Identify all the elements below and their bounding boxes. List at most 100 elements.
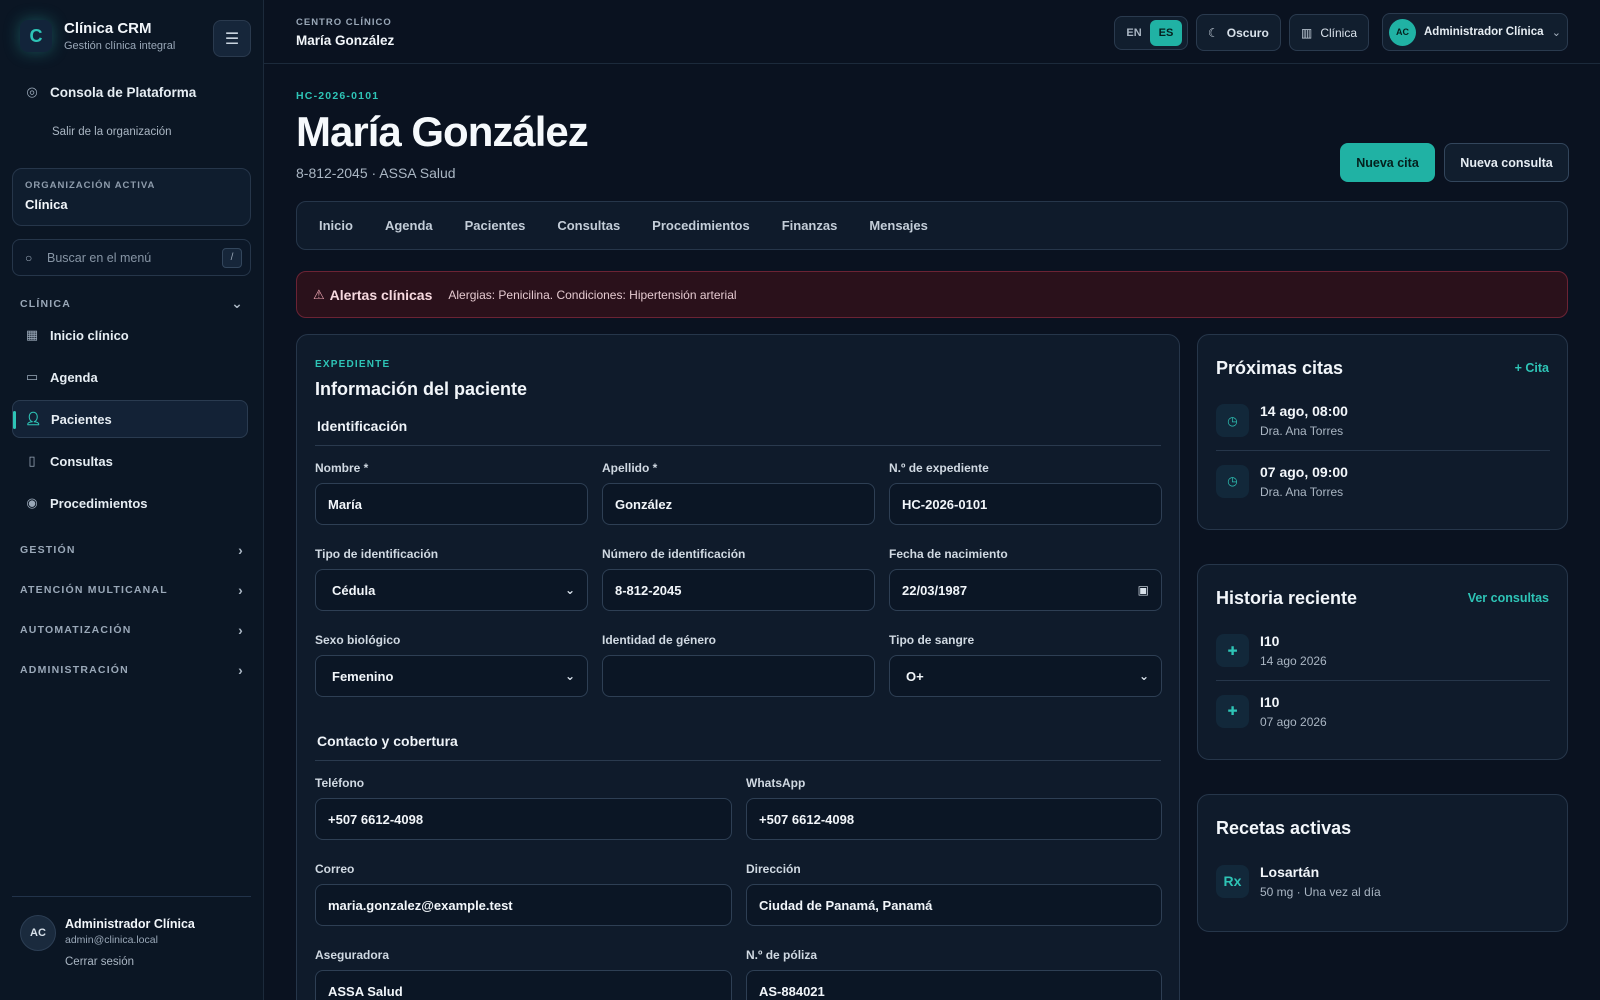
sex-select[interactable]: Femenino ⌄ (315, 655, 588, 697)
org-label: ORGANIZACIÓN ACTIVA (25, 180, 156, 191)
list-item[interactable]: ✚ I10 14 ago 2026 (1216, 621, 1550, 681)
last-name-input[interactable]: González (602, 483, 875, 525)
active-org-card[interactable]: ORGANIZACIÓN ACTIVA Clínica (12, 168, 251, 226)
field-label: Tipo de identificación (315, 547, 439, 561)
phone-input[interactable]: +507 6612-4098 (315, 798, 732, 840)
menu-toggle-button[interactable]: ☰ (213, 20, 251, 57)
section-label: ADMINISTRACIÓN (20, 664, 129, 676)
appointment-time: 14 ago, 08:00 (1260, 403, 1348, 419)
sidebar-item-consultas[interactable]: ▯ Consultas (12, 442, 248, 480)
section-label: GESTIÓN (20, 544, 76, 556)
tab-agenda[interactable]: Agenda (369, 218, 449, 233)
tab-procedimientos[interactable]: Procedimientos (636, 218, 766, 233)
insurer-input[interactable]: ASSA Salud (315, 970, 732, 1000)
chevron-down-icon: ⌄ (564, 583, 575, 597)
view-consultations-link[interactable]: Ver consultas (1468, 591, 1549, 605)
tab-pacientes[interactable]: Pacientes (449, 218, 542, 233)
section-atencion-multicanal[interactable]: ATENCIÓN MULTICANAL › (20, 582, 244, 598)
recent-history-card: Historia reciente Ver consultas ✚ I10 14… (1197, 564, 1568, 760)
record-number: HC-2026-0101 (296, 90, 380, 102)
id-number-field: Número de identificación 8-812-2045 (602, 547, 875, 611)
tab-inicio[interactable]: Inicio (303, 218, 369, 233)
avatar: AC (20, 915, 56, 951)
email-field: Correo maria.gonzalez@example.test (315, 862, 732, 926)
record-number-field: N.º de expediente HC-2026-0101 (889, 461, 1162, 525)
menu-search-input[interactable] (47, 250, 222, 265)
user-menu[interactable]: AC Administrador Clínica ⌄ (1382, 13, 1568, 51)
lang-en-button[interactable]: EN (1118, 20, 1150, 46)
list-item[interactable]: ✚ I10 07 ago 2026 (1216, 681, 1550, 741)
section-administracion[interactable]: ADMINISTRACIÓN › (20, 662, 244, 678)
diagnosis-code: I10 (1260, 633, 1280, 649)
hamburger-icon: ☰ (224, 30, 240, 48)
tab-consultas[interactable]: Consultas (541, 218, 636, 233)
plus-icon: ✚ (1216, 634, 1249, 667)
address-input[interactable]: Ciudad de Panamá, Panamá (746, 884, 1162, 926)
id-number-input[interactable]: 8-812-2045 (602, 569, 875, 611)
leave-org-link[interactable]: Salir de la organización (52, 126, 172, 138)
grid-icon: ▦ (25, 327, 39, 342)
birth-date-input[interactable]: 22/03/1987 ▣ (889, 569, 1162, 611)
record-number-input[interactable]: HC-2026-0101 (889, 483, 1162, 525)
new-consultation-button[interactable]: Nueva consulta (1444, 143, 1569, 182)
whatsapp-field: WhatsApp +507 6612-4098 (746, 776, 1162, 840)
chevron-right-icon: › (238, 542, 244, 558)
last-name-field: Apellido * González (602, 461, 875, 525)
tab-finanzas[interactable]: Finanzas (766, 218, 854, 233)
sidebar-divider (12, 896, 251, 897)
tab-mensajes[interactable]: Mensajes (853, 218, 944, 233)
list-item[interactable]: ◷ 14 ago, 08:00 Dra. Ana Torres (1216, 391, 1550, 451)
section-label: AUTOMATIZACIÓN (20, 624, 132, 636)
patient-subtitle: 8-812-2045 · ASSA Salud (296, 165, 456, 181)
platform-console-link[interactable]: ◎ Consola de Plataforma (24, 84, 196, 100)
sidebar-item-pacientes[interactable]: 👤︎ Pacientes (12, 400, 248, 438)
section-clinic[interactable]: CLÍNICA ⌄ (20, 295, 244, 312)
id-type-select[interactable]: Cédula ⌄ (315, 569, 588, 611)
menu-search: ○ / (12, 239, 251, 276)
blood-type-select[interactable]: O+ ⌄ (889, 655, 1162, 697)
clock-icon: ◷ (1216, 464, 1249, 498)
chevron-down-icon: ⌄ (1551, 26, 1561, 39)
chevron-down-icon: ⌄ (564, 669, 575, 683)
section-gestion[interactable]: GESTIÓN › (20, 542, 244, 558)
page-title: María González (296, 108, 589, 155)
identification-heading: Identificación (317, 418, 408, 434)
list-item[interactable]: ◷ 07 ago, 09:00 Dra. Ana Torres (1216, 451, 1550, 511)
theme-toggle-button[interactable]: ☾ Oscuro (1196, 14, 1281, 51)
clinical-alert: ⚠ Alertas clínicas Alergias: Penicilina.… (296, 271, 1568, 318)
warning-icon: ⚠ (313, 286, 325, 302)
list-item[interactable]: Rx Losartán 50 mg · Una vez al día (1216, 851, 1550, 911)
gender-input[interactable] (602, 655, 875, 697)
sidebar-user: AC Administrador Clínica admin@clinica.l… (20, 915, 195, 968)
sidebar-item-label: Pacientes (51, 411, 112, 427)
clinic-switcher-button[interactable]: ▥ Clínica (1289, 14, 1370, 51)
field-label: Sexo biológico (315, 633, 401, 647)
lang-es-button[interactable]: ES (1150, 20, 1182, 46)
calendar-icon: ▭ (25, 369, 39, 384)
policy-input[interactable]: AS-884021 (746, 970, 1162, 1000)
section-automatizacion[interactable]: AUTOMATIZACIÓN › (20, 622, 244, 638)
brand[interactable]: C Clínica CRM Gestión clínica integral (20, 20, 175, 52)
new-appointment-button[interactable]: Nueva cita (1340, 143, 1435, 182)
add-appointment-link[interactable]: + Cita (1515, 361, 1549, 375)
first-name-input[interactable]: María (315, 483, 588, 525)
sidebar-item-inicio-clinico[interactable]: ▦ Inicio clínico (12, 316, 248, 354)
moon-icon: ☾ (1208, 25, 1219, 40)
sidebar-item-agenda[interactable]: ▭ Agenda (12, 358, 248, 396)
sidebar-item-label: Consultas (50, 453, 113, 469)
divider (315, 760, 1161, 761)
logo-icon: C (20, 20, 52, 52)
user-menu-name: Administrador Clínica (1424, 26, 1544, 38)
user-name: Administrador Clínica (65, 917, 195, 931)
search-shortcut-badge: / (222, 247, 242, 268)
field-label: N.º de expediente (889, 461, 989, 475)
email-input[interactable]: maria.gonzalez@example.test (315, 884, 732, 926)
calendar-icon[interactable]: ▣ (1138, 583, 1149, 597)
blood-type-value: O+ (906, 668, 924, 684)
sidebar-item-procedimientos[interactable]: ◉ Procedimientos (12, 484, 248, 522)
divider (315, 445, 1161, 446)
patient-info-card: EXPEDIENTE Información del paciente Iden… (296, 334, 1180, 1000)
logout-link[interactable]: Cerrar sesión (65, 956, 195, 968)
check-circle-icon: ◉ (26, 495, 38, 510)
whatsapp-input[interactable]: +507 6612-4098 (746, 798, 1162, 840)
